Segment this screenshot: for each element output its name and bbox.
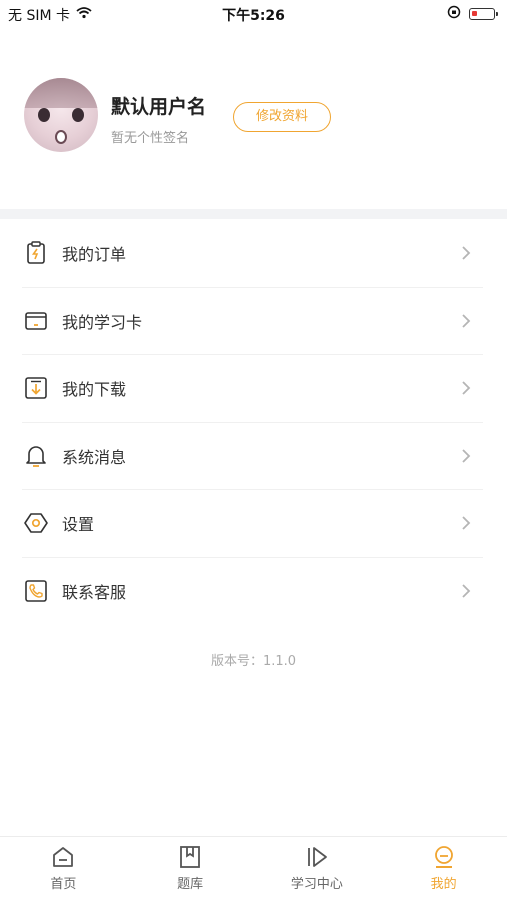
battery-icon bbox=[469, 8, 498, 20]
menu-item-orders[interactable]: 我的订单 bbox=[22, 220, 483, 288]
menu-label-messages: 系统消息 bbox=[62, 447, 127, 467]
phone-icon bbox=[24, 579, 48, 603]
settings-hexagon-icon bbox=[24, 511, 48, 535]
version-label: 版本号：1.1.0 bbox=[210, 654, 297, 669]
card-icon bbox=[24, 309, 48, 333]
menu-label-settings: 设置 bbox=[62, 515, 95, 535]
chevron-right-icon bbox=[462, 516, 471, 530]
tab-label-mine: 我的 bbox=[430, 877, 457, 892]
avatar[interactable] bbox=[24, 78, 98, 152]
chevron-right-icon bbox=[462, 381, 471, 395]
status-bar: 无 SIM 卡 下午5:26 bbox=[0, 0, 507, 28]
signature: 暂无个性签名 bbox=[111, 131, 190, 146]
menu-item-settings[interactable]: 设置 bbox=[22, 490, 483, 558]
bottom-tab-bar: 首页 题库 学习中心 我的 bbox=[0, 836, 507, 900]
menu-item-study-card[interactable]: 我的学习卡 bbox=[22, 288, 483, 355]
menu-item-downloads[interactable]: 我的下载 bbox=[22, 355, 483, 423]
username: 默认用户名 bbox=[111, 96, 207, 118]
orientation-lock-icon bbox=[447, 5, 461, 23]
profile-header: 默认用户名 暂无个性签名 修改资料 bbox=[0, 60, 507, 210]
home-icon bbox=[53, 847, 74, 867]
play-icon bbox=[307, 847, 327, 867]
chevron-right-icon bbox=[462, 448, 471, 463]
tab-study-center[interactable]: 学习中心 bbox=[254, 837, 381, 900]
status-time: 下午5:26 bbox=[222, 8, 285, 24]
menu-item-customer-service[interactable]: 联系客服 bbox=[22, 558, 483, 626]
status-right bbox=[447, 5, 498, 23]
profile-icon bbox=[434, 846, 453, 868]
tab-label-study-center: 学习中心 bbox=[290, 877, 343, 892]
tab-label-home: 首页 bbox=[50, 877, 77, 892]
bell-icon bbox=[24, 444, 48, 468]
tab-question-bank[interactable]: 题库 bbox=[127, 837, 254, 900]
menu-list: 我的订单 我的学习卡 我的下载 系统消息 设置 联系客服 bbox=[0, 220, 507, 625]
bookmark-icon bbox=[180, 846, 201, 868]
order-clipboard-icon bbox=[24, 241, 48, 265]
menu-item-messages[interactable]: 系统消息 bbox=[22, 423, 483, 490]
chevron-right-icon bbox=[462, 583, 471, 598]
tab-home[interactable]: 首页 bbox=[0, 837, 127, 900]
tab-label-question-bank: 题库 bbox=[177, 877, 204, 892]
chevron-right-icon bbox=[462, 246, 471, 260]
menu-label-customer-service: 联系客服 bbox=[62, 583, 127, 603]
edit-profile-button[interactable]: 修改资料 bbox=[233, 102, 331, 132]
section-divider bbox=[0, 209, 507, 219]
download-icon bbox=[24, 376, 48, 400]
menu-label-downloads: 我的下载 bbox=[62, 380, 127, 400]
menu-label-study-card: 我的学习卡 bbox=[62, 312, 143, 332]
profile-page: 无 SIM 卡 下午5:26 默认用户名 暂无个性签名 修改资料 我的订单 我的… bbox=[0, 0, 507, 900]
menu-label-orders: 我的订单 bbox=[62, 245, 127, 265]
chevron-right-icon bbox=[462, 313, 471, 328]
tab-mine[interactable]: 我的 bbox=[380, 837, 507, 900]
